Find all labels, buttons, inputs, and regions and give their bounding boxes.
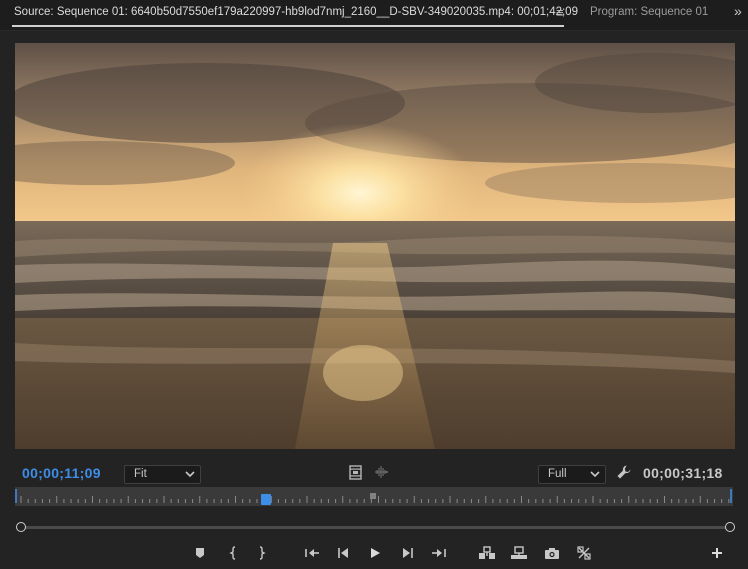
zoom-scrollbar[interactable] [22, 526, 730, 529]
button-editor-button[interactable] [575, 544, 593, 562]
tab-overflow-icon[interactable]: » [734, 3, 742, 19]
go-to-out-button[interactable] [430, 544, 448, 562]
video-preview [15, 43, 735, 449]
active-tab-underline [12, 25, 564, 27]
insert-button[interactable] [478, 544, 496, 562]
zoom-level-select[interactable]: Fit [124, 465, 201, 484]
insert-icon [479, 546, 495, 559]
zoom-level-value: Fit [134, 468, 147, 480]
go-to-in-button[interactable] [303, 544, 321, 562]
step-forward-button[interactable] [398, 544, 416, 562]
mark-out-icon [259, 546, 266, 560]
add-marker-button[interactable] [191, 544, 209, 562]
playback-resolution-value: Full [548, 468, 567, 480]
overwrite-icon [511, 546, 527, 559]
time-ruler[interactable] [15, 487, 733, 506]
play-icon [371, 548, 380, 558]
mark-out-button[interactable] [253, 544, 271, 562]
button-editor-icon [577, 546, 591, 560]
chevron-down-icon [185, 471, 195, 478]
mark-in-button[interactable] [224, 544, 242, 562]
go-to-in-icon [305, 549, 319, 557]
playback-resolution-select[interactable]: Full [538, 465, 606, 484]
add-button[interactable] [708, 544, 726, 562]
drag-video-only-icon[interactable] [349, 465, 362, 480]
add-marker-icon [196, 548, 204, 558]
playhead[interactable] [261, 494, 272, 505]
wrench-icon[interactable] [616, 464, 632, 480]
chevron-down-icon [590, 471, 600, 478]
go-to-out-icon [432, 549, 446, 557]
tab-program-monitor[interactable]: Program: Sequence 01 [590, 6, 708, 18]
plus-icon [712, 548, 722, 558]
mark-in-icon [229, 546, 236, 560]
current-timecode[interactable]: 00;00;11;09 [22, 465, 101, 481]
tab-source-monitor[interactable]: Source: Sequence 01: 6640b50d7550ef179a2… [14, 6, 578, 18]
camera-icon [545, 547, 559, 559]
zoom-scrollbar-left-handle[interactable] [16, 522, 26, 532]
step-back-button[interactable] [335, 544, 353, 562]
duration-timecode: 00;00;31;18 [643, 465, 723, 481]
step-forward-icon [403, 548, 413, 558]
step-back-icon [338, 548, 348, 558]
panel-menu-icon[interactable]: ≡ [556, 5, 564, 20]
play-button[interactable] [366, 544, 384, 562]
ruler-ticks [15, 489, 732, 503]
overwrite-button[interactable] [510, 544, 528, 562]
panel-tab-bar: Source: Sequence 01: 6640b50d7550ef179a2… [0, 0, 748, 31]
zoom-scrollbar-right-handle[interactable] [725, 522, 735, 532]
export-frame-button[interactable] [543, 544, 561, 562]
drag-audio-only-icon[interactable] [374, 465, 389, 479]
sunset-beach-image [15, 43, 735, 449]
